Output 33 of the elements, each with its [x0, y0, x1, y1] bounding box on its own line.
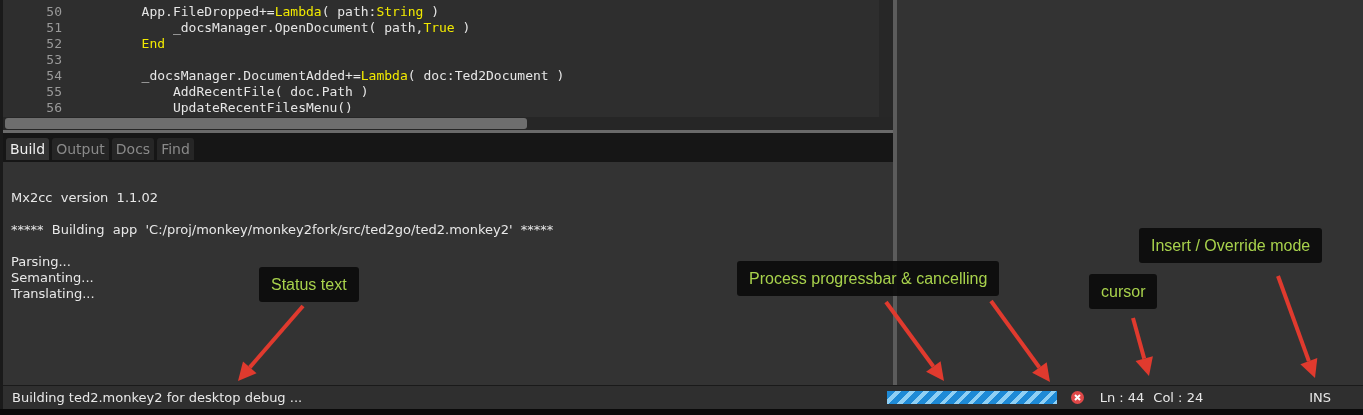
- line-number: 56: [45, 100, 62, 116]
- code-line: UpdateRecentFilesMenu(): [171, 100, 353, 116]
- code-line: App.FileDropped+=Lambda( path:String ): [140, 4, 440, 20]
- output-line: ***** Building app 'C:/proj/monkey/monkey2fork/src/ted2go/ted2.monkey2' *****: [11, 222, 554, 238]
- code-line: _docsManager.OpenDocument( path,True ): [171, 20, 471, 36]
- tab[interactable]: Find: [157, 138, 194, 160]
- scrollbar-thumb[interactable]: [5, 118, 527, 129]
- line-number: 55: [45, 84, 62, 100]
- callout-label: Status text: [259, 267, 359, 302]
- output-line: Parsing...: [11, 254, 71, 270]
- code-line: _docsManager.DocumentAdded+=Lambda( doc:Ted2Document ): [140, 68, 565, 84]
- output-line: Translating...: [11, 286, 95, 302]
- line-number: 51: [45, 20, 62, 36]
- tab[interactable]: Build: [6, 138, 50, 160]
- code-line: End: [140, 36, 166, 52]
- tab[interactable]: Output: [52, 138, 109, 160]
- code-line: AddRecentFile( doc.Path ): [171, 84, 369, 100]
- callout-label: Insert / Override mode: [1139, 228, 1323, 263]
- line-number: 54: [45, 68, 62, 84]
- column-position: Col : 24: [1153, 388, 1204, 407]
- pointer-arrow: [1131, 317, 1153, 376]
- cancel-icon[interactable]: [1070, 391, 1084, 404]
- callout-label: cursor: [1089, 274, 1158, 309]
- line-number: 53: [45, 52, 62, 68]
- line-position: Ln : 44: [1099, 388, 1145, 407]
- status-text: Building ted2.monkey2 for desktop debug ...: [12, 388, 303, 407]
- tab[interactable]: Docs: [111, 138, 155, 160]
- input-mode: INS: [1309, 388, 1331, 407]
- line-number: 50: [45, 4, 62, 20]
- output-line: Mx2cc version 1.1.02: [11, 190, 158, 206]
- callout-label: Process progressbar & cancelling: [737, 261, 1000, 296]
- line-number: 52: [45, 36, 62, 52]
- output-line: Semanting...: [11, 270, 94, 286]
